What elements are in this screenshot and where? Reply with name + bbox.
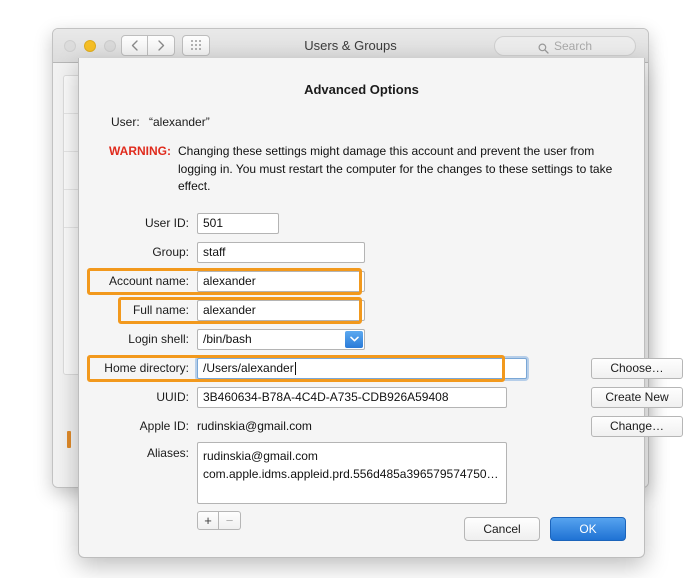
row-aliases: Aliases: rudinskia@gmail.com com.apple.i… xyxy=(79,441,644,504)
user-value: “alexander” xyxy=(149,115,210,129)
row-apple-id: Apple ID: rudinskia@gmail.com Change… xyxy=(79,413,683,440)
remove-alias-button[interactable]: − xyxy=(219,510,241,530)
login-shell-label: Login shell: xyxy=(128,332,189,347)
apple-id-value: rudinskia@gmail.com xyxy=(197,419,312,434)
warning-text: Changing these settings might damage thi… xyxy=(178,144,613,194)
create-new-button[interactable]: Create New xyxy=(591,386,683,408)
warning-label: WARNING: xyxy=(109,144,171,158)
uuid-field[interactable]: 3B460634-B78A-4C4D-A735-CDB926A59408 xyxy=(197,386,507,408)
row-user-id: User ID: 501 xyxy=(79,210,644,237)
account-name-field[interactable]: alexander xyxy=(197,270,365,292)
chevron-down-icon[interactable] xyxy=(345,330,363,348)
page-title: Advanced Options xyxy=(304,82,419,97)
search-input[interactable]: Search xyxy=(494,36,636,56)
user-label: User: xyxy=(111,115,140,129)
apple-id-label: Apple ID: xyxy=(139,419,189,434)
search-placeholder: Search xyxy=(553,39,593,53)
login-shell-value: /bin/bash xyxy=(203,332,252,347)
aliases-list[interactable]: rudinskia@gmail.com com.apple.idms.apple… xyxy=(197,441,507,504)
add-alias-button[interactable]: + xyxy=(197,510,219,530)
full-name-label: Full name: xyxy=(132,303,189,318)
uuid-label: UUID: xyxy=(156,390,189,405)
row-account-name: Account name: alexander xyxy=(79,267,644,295)
row-group: Group: staff xyxy=(79,239,644,266)
row-uuid: UUID: 3B460634-B78A-4C4D-A735-CDB926A594… xyxy=(79,384,683,411)
user-line: User: “alexander” xyxy=(111,115,644,129)
cancel-button[interactable]: Cancel xyxy=(464,517,540,541)
lock-icon xyxy=(67,431,71,448)
search-icon xyxy=(538,41,549,54)
account-name-label: Account name: xyxy=(108,274,189,289)
home-directory-value: /Users/alexander xyxy=(203,361,294,376)
ok-button[interactable]: OK xyxy=(550,517,626,541)
home-directory-label: Home directory: xyxy=(104,361,189,376)
choose-button[interactable]: Choose… xyxy=(591,357,683,379)
user-id-label: User ID: xyxy=(144,216,189,231)
list-item[interactable]: rudinskia@gmail.com xyxy=(203,447,501,465)
home-directory-field[interactable]: /Users/alexander xyxy=(197,357,527,379)
row-home-directory: Home directory: /Users/alexander Choose… xyxy=(79,354,683,382)
aliases-label: Aliases: xyxy=(146,445,189,460)
sheet-footer: Cancel OK xyxy=(464,517,626,541)
login-shell-select[interactable]: /bin/bash xyxy=(197,328,365,350)
advanced-options-sheet: Advanced Options User: “alexander” WARNI… xyxy=(78,58,683,558)
list-item[interactable]: com.apple.idms.appleid.prd.556d485a39657… xyxy=(203,465,501,483)
text-caret xyxy=(294,361,296,375)
row-login-shell: Login shell: /bin/bash xyxy=(79,326,644,353)
change-button[interactable]: Change… xyxy=(591,415,683,437)
group-field[interactable]: staff xyxy=(197,241,365,263)
group-label: Group: xyxy=(152,245,189,260)
row-full-name: Full name: alexander xyxy=(79,296,644,324)
user-id-field[interactable]: 501 xyxy=(197,212,279,234)
full-name-field[interactable]: alexander xyxy=(197,299,365,321)
warning-message: WARNING: Changing these settings might d… xyxy=(109,143,614,196)
advanced-options-form: User ID: 501 Group: staff Account name: … xyxy=(79,210,683,530)
screen: Users & Groups Search Advanced Options U… xyxy=(0,0,700,578)
